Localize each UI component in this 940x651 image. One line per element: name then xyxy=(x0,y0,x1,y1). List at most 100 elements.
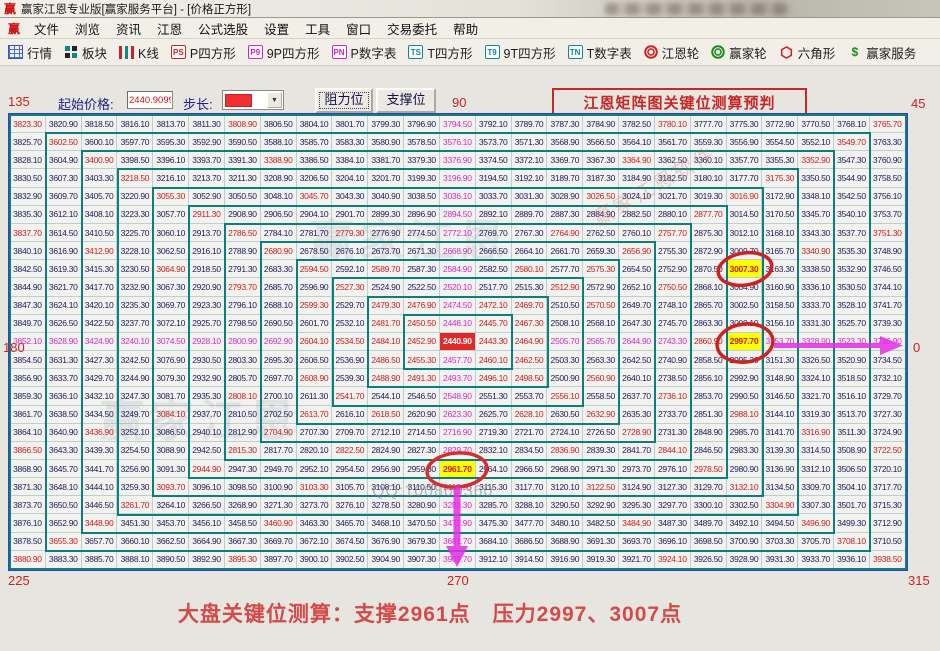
grid-cell: 2697.70 xyxy=(261,369,297,387)
grid-cell: 3405.70 xyxy=(82,188,118,206)
grid-cell: 3556.90 xyxy=(727,133,763,151)
grid-cell: 3319.30 xyxy=(798,406,834,424)
grid-cell: 3864.10 xyxy=(10,424,46,442)
grid-cell: 3568.90 xyxy=(547,133,583,151)
grid-cell: 3031.30 xyxy=(512,188,548,206)
toolbar-kline[interactable]: K线 xyxy=(119,43,159,62)
grid-cell: 2460.10 xyxy=(476,351,512,369)
grid-cell: 2726.50 xyxy=(583,424,619,442)
toolbar-hexagon[interactable]: 六角形 xyxy=(779,43,836,62)
angle-label-315: 315 xyxy=(908,573,930,588)
menu-item-formula-stockpick[interactable]: 公式选股 xyxy=(190,19,256,38)
step-combo[interactable]: ▼ xyxy=(222,90,284,110)
grid-cell: 3369.70 xyxy=(547,151,583,169)
grid-cell: 3916.90 xyxy=(547,551,583,569)
grid-cell: 2884.90 xyxy=(583,206,619,224)
grid-cell: 2925.70 xyxy=(189,315,225,333)
toolbar-9p-square[interactable]: P99P四方形 xyxy=(248,43,320,62)
grid-cell: 3360.10 xyxy=(691,151,727,169)
grid-cell: 2733.70 xyxy=(655,406,691,424)
menu-item-gann[interactable]: 江恩 xyxy=(149,19,190,38)
toolbar-winner-service[interactable]: $赢家服务 xyxy=(847,43,916,62)
grid-cell: 3828.10 xyxy=(10,151,46,169)
window-titlebar: 赢 赢家江恩专业版[赢家服务平台] - [价格正方形] xyxy=(0,0,940,18)
grid-cell: 2832.10 xyxy=(476,442,512,460)
grid-cell: 3475.30 xyxy=(476,514,512,532)
menu-item-browse[interactable]: 浏览 xyxy=(67,19,108,38)
grid-cell: 3028.90 xyxy=(547,188,583,206)
menu-item-trade[interactable]: 交易委托 xyxy=(379,19,445,38)
grid-cell: 3050.50 xyxy=(225,188,261,206)
toolbar-winner-wheel[interactable]: 赢家轮 xyxy=(711,43,767,62)
grid-cell: 3482.50 xyxy=(583,514,619,532)
grid-cell: 2580.10 xyxy=(512,260,548,278)
grid-cell: 2589.70 xyxy=(368,260,404,278)
grid-cell: 3192.10 xyxy=(512,169,548,187)
grid-cell: 3100.90 xyxy=(261,478,297,496)
grid-cell: 3295.30 xyxy=(619,496,655,514)
toolbar-t-square[interactable]: TST四方形 xyxy=(408,43,472,62)
grid-cell: 3842.50 xyxy=(10,260,46,278)
grid-cell: 3232.90 xyxy=(117,278,153,296)
grid-cell: 3580.90 xyxy=(368,133,404,151)
grid-cell: 3448.90 xyxy=(82,514,118,532)
grid-cell: 3256.90 xyxy=(117,460,153,478)
grid-cell: 2841.70 xyxy=(619,442,655,460)
toolbar-p-square[interactable]: PSP四方形 xyxy=(171,43,236,62)
grid-cell: 3832.90 xyxy=(10,188,46,206)
grid-cell: 3441.70 xyxy=(82,460,118,478)
grid-cell: 2560.90 xyxy=(583,369,619,387)
combo-dropdown-icon[interactable]: ▼ xyxy=(267,92,282,108)
grid-cell: 2467.30 xyxy=(512,315,548,333)
grid-cell: 3172.90 xyxy=(762,188,798,206)
toolbar-quotes[interactable]: 行情 xyxy=(8,43,52,62)
toolbar-gann-wheel[interactable]: 江恩轮 xyxy=(644,43,700,62)
grid-cell: 3806.50 xyxy=(261,115,297,133)
grid-cell: 3921.70 xyxy=(619,551,655,569)
toolbar-t-table[interactable]: TNT数字表 xyxy=(568,43,632,62)
grid-cell: 3662.50 xyxy=(153,533,189,551)
grid-cell: 3554.50 xyxy=(762,133,798,151)
grid-cell: 2774.50 xyxy=(404,224,440,242)
grid-cell: 3520.90 xyxy=(834,351,870,369)
grid-cell: 3614.50 xyxy=(46,224,82,242)
grid-cell: 2508.10 xyxy=(547,315,583,333)
grid-cell: 3072.10 xyxy=(153,315,189,333)
grid-cell: 2700.10 xyxy=(261,387,297,405)
grid-cell: 2632.90 xyxy=(583,406,619,424)
toolbar-sectors[interactable]: 板块 xyxy=(64,43,107,62)
blocks-icon xyxy=(64,45,78,59)
menu-item-window[interactable]: 窗口 xyxy=(338,19,379,38)
resistance-button[interactable]: 阻力位 xyxy=(315,88,373,113)
grid-cell: 2539.30 xyxy=(332,369,368,387)
grid-cell: 2613.70 xyxy=(297,406,333,424)
price-square-grid: 3823.303820.903818.503816.103813.703811.… xyxy=(10,115,906,569)
grid-cell: 3511.30 xyxy=(834,424,870,442)
grid-cell: 2671.30 xyxy=(404,242,440,260)
menu-item-news[interactable]: 资讯 xyxy=(108,19,149,38)
start-price-input[interactable] xyxy=(127,91,173,109)
grid-cell: 2952.10 xyxy=(297,460,333,478)
grid-cell: 3208.90 xyxy=(261,169,297,187)
grid-cell: 3535.30 xyxy=(834,242,870,260)
menu-item-tools[interactable]: 工具 xyxy=(297,19,338,38)
menu-item-help[interactable]: 帮助 xyxy=(445,19,486,38)
grid-cell: 2980.90 xyxy=(727,460,763,478)
toolbar-p-table[interactable]: PNP数字表 xyxy=(332,43,397,62)
grid-cell: 3220.90 xyxy=(117,188,153,206)
grid-cell: 2702.50 xyxy=(261,406,297,424)
support-button[interactable]: 支撑位 xyxy=(376,88,436,113)
grid-cell: 3444.10 xyxy=(82,478,118,496)
grid-cell: 3052.90 xyxy=(189,188,225,206)
grid-cell: 2510.50 xyxy=(547,297,583,315)
grid-cell: 3168.10 xyxy=(762,224,798,242)
grid-cell: 3542.50 xyxy=(834,188,870,206)
toolbar-9t-square[interactable]: T99T四方形 xyxy=(485,43,556,62)
grid-cell: 3427.30 xyxy=(82,351,118,369)
menu-item-file[interactable]: 文件 xyxy=(26,19,67,38)
grid-cell: 3117.70 xyxy=(512,478,548,496)
menu-item-settings[interactable]: 设置 xyxy=(256,19,297,38)
grid-cell: 2596.90 xyxy=(297,278,333,296)
grid-cell: 2983.30 xyxy=(727,442,763,460)
grid-cell: 3508.90 xyxy=(834,442,870,460)
